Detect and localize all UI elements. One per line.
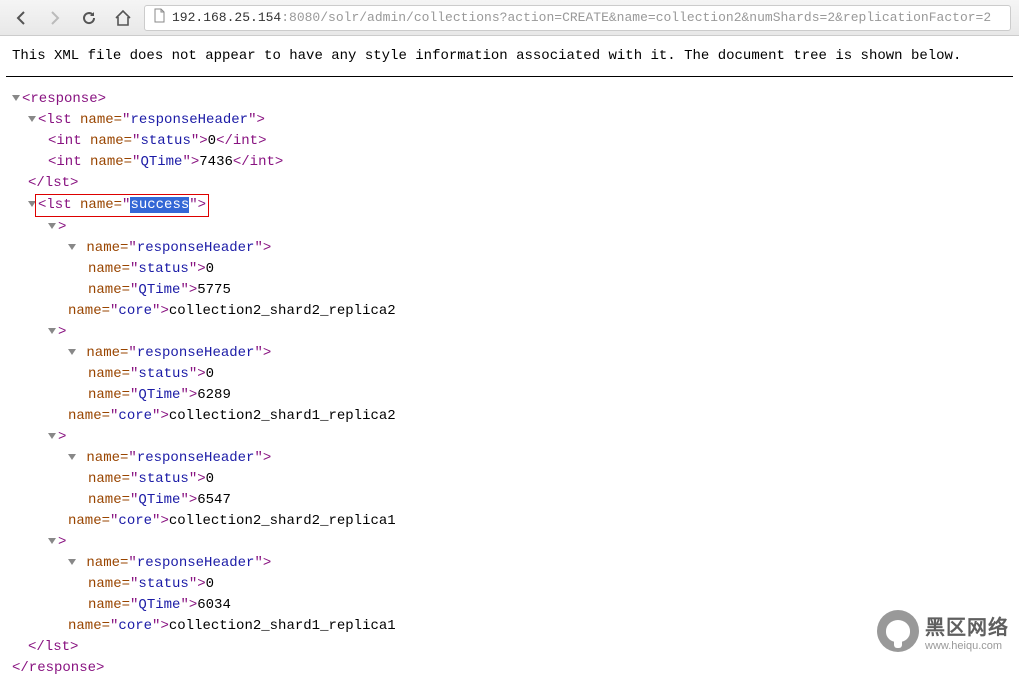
xml-node[interactable]: name="responseHeader"> [6, 448, 1013, 469]
xml-leaf[interactable]: name="QTime">6289 [6, 385, 1013, 406]
url-bar[interactable]: 192.168.25.154:8080/solr/admin/collectio… [144, 5, 1011, 31]
url-host: 192.168.25.154 [172, 10, 281, 25]
xml-leaf[interactable]: name="status">0 [6, 364, 1013, 385]
forward-button[interactable] [42, 5, 68, 31]
xml-leaf[interactable]: name="core">collection2_shard1_replica2 [6, 406, 1013, 427]
watermark: 黑区网络 www.heiqu.com [877, 610, 1009, 652]
xml-leaf[interactable]: name="QTime">5775 [6, 280, 1013, 301]
reload-button[interactable] [76, 5, 102, 31]
browser-toolbar: 192.168.25.154:8080/solr/admin/collectio… [0, 0, 1019, 36]
xml-node[interactable]: name="responseHeader"> [6, 343, 1013, 364]
xml-root-open[interactable]: <response> [6, 89, 1013, 110]
xml-node[interactable]: name="responseHeader"> [6, 553, 1013, 574]
page-icon [153, 8, 166, 27]
xml-close[interactable]: </lst> [6, 637, 1013, 658]
xml-node[interactable]: > [6, 427, 1013, 448]
xml-leaf[interactable]: <int name="status">0</int> [6, 131, 1013, 152]
xml-leaf[interactable]: name="QTime">6547 [6, 490, 1013, 511]
xml-leaf[interactable]: name="status">0 [6, 574, 1013, 595]
back-button[interactable] [8, 5, 34, 31]
watermark-logo [877, 610, 919, 652]
xml-leaf[interactable]: name="QTime">6034 [6, 595, 1013, 616]
xml-style-warning: This XML file does not appear to have an… [6, 36, 1013, 77]
xml-leaf[interactable]: name="status">0 [6, 469, 1013, 490]
xml-node[interactable]: > [6, 322, 1013, 343]
watermark-text-2: www.heiqu.com [925, 640, 1009, 652]
xml-node[interactable]: > [6, 532, 1013, 553]
xml-node-success[interactable]: <lst name="success"> [6, 194, 1013, 217]
xml-leaf[interactable]: name="status">0 [6, 259, 1013, 280]
url-path: /solr/admin/collections?action=CREATE&na… [320, 10, 991, 25]
xml-leaf[interactable]: name="core">collection2_shard1_replica1 [6, 616, 1013, 637]
xml-tree: <response> <lst name="responseHeader"> <… [0, 77, 1019, 699]
shards-container: > name="responseHeader"> name="status">0… [6, 217, 1013, 637]
watermark-text-1: 黑区网络 [925, 611, 1009, 640]
xml-leaf[interactable]: <int name="QTime">7436</int> [6, 152, 1013, 173]
xml-leaf[interactable]: name="core">collection2_shard2_replica2 [6, 301, 1013, 322]
xml-node[interactable]: > [6, 217, 1013, 238]
xml-close[interactable]: </lst> [6, 173, 1013, 194]
xml-root-close[interactable]: </response> [6, 658, 1013, 679]
url-port: :8080 [281, 10, 320, 25]
xml-node[interactable]: name="responseHeader"> [6, 238, 1013, 259]
xml-leaf[interactable]: name="core">collection2_shard2_replica1 [6, 511, 1013, 532]
home-button[interactable] [110, 5, 136, 31]
xml-node[interactable]: <lst name="responseHeader"> [6, 110, 1013, 131]
